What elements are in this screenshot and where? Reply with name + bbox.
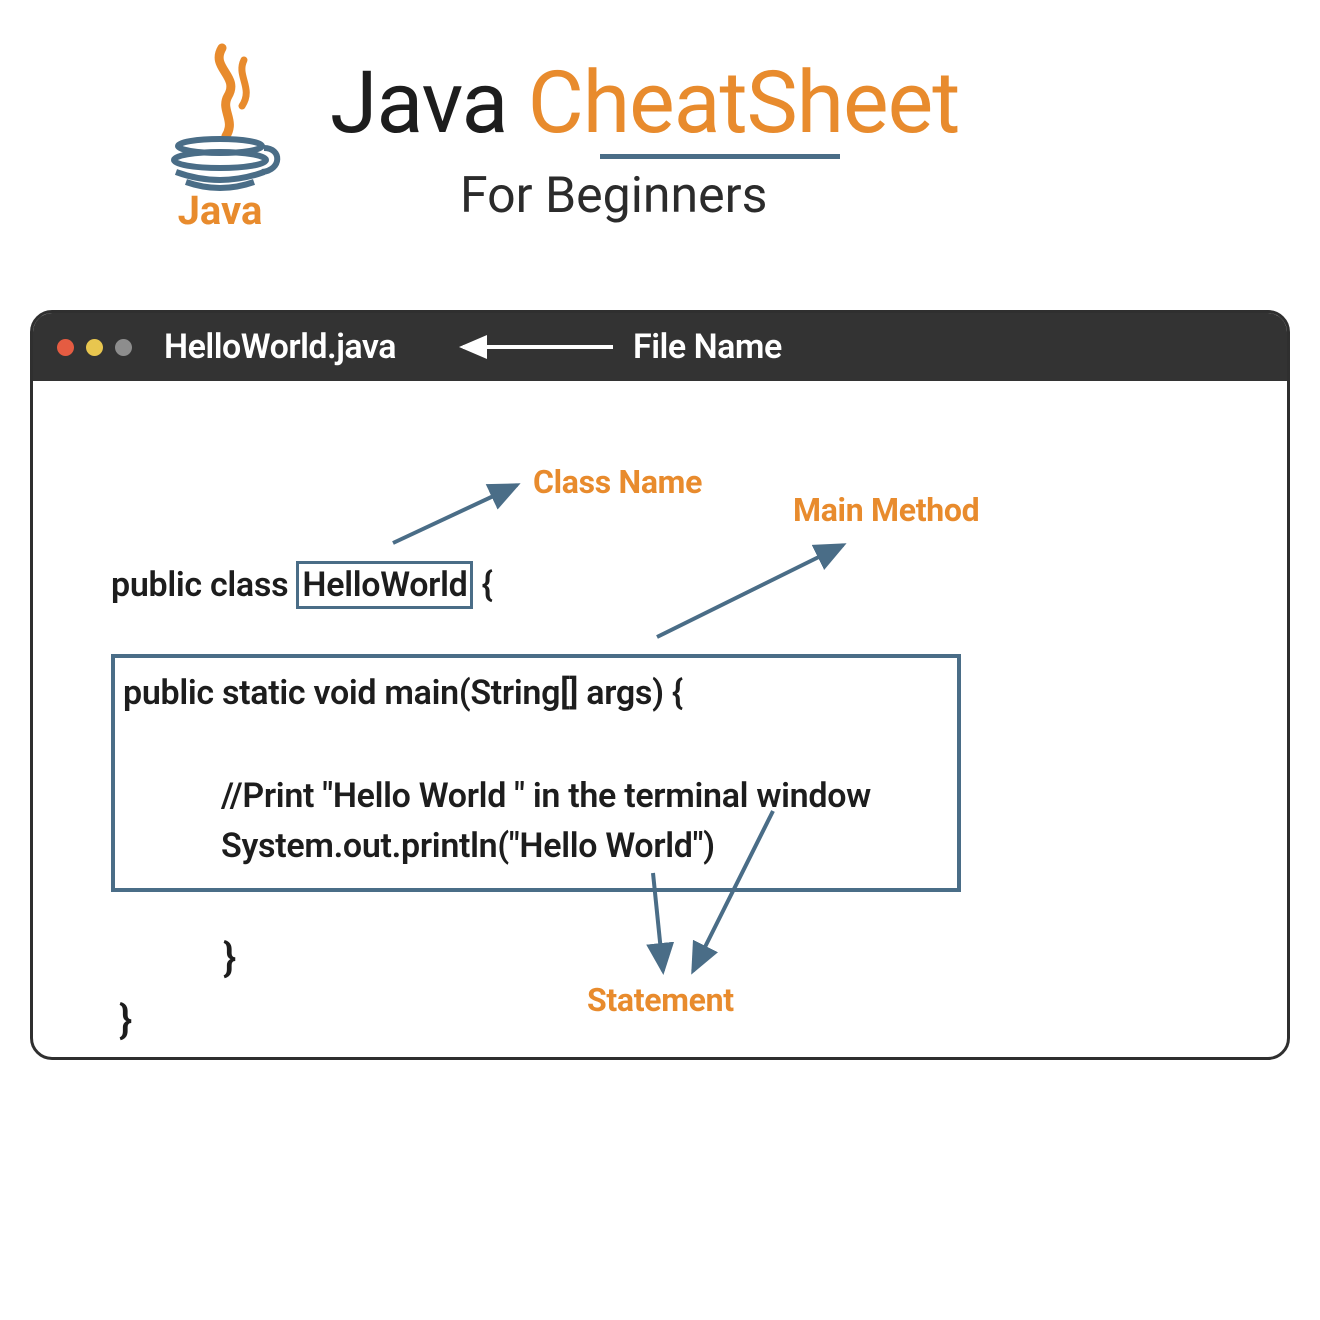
code-println: System.out.println("Hello World")	[221, 826, 715, 866]
minimize-icon[interactable]	[86, 339, 103, 356]
header: Java Java CheatSheet For Beginners	[0, 40, 1320, 230]
subtitle: For Beginners	[330, 167, 1190, 225]
annotation-statement: Statement	[587, 981, 734, 1019]
code-class-decl: public class	[111, 565, 288, 605]
code-line-class: public class HelloWorld {	[111, 561, 493, 609]
title-block: Java CheatSheet For Beginners	[330, 40, 1190, 225]
file-label: File Name	[633, 327, 782, 367]
title-part1: Java	[330, 52, 528, 153]
class-name-box: HelloWorld	[296, 561, 473, 609]
code-window: HelloWorld.java File Name Class Name Mai…	[30, 310, 1290, 1060]
traffic-lights	[57, 339, 132, 356]
file-name: HelloWorld.java	[164, 327, 396, 367]
java-logo-icon: Java	[150, 40, 290, 230]
code-close-inner: }	[223, 934, 236, 981]
code-close-outer: }	[119, 996, 132, 1043]
code-comment: //Print "Hello World " in the terminal w…	[221, 776, 871, 816]
code-classname: HelloWorld	[302, 565, 467, 605]
page-title: Java CheatSheet	[330, 58, 1190, 148]
title-part2: CheatSheet	[528, 52, 960, 153]
annotation-main-method: Main Method	[793, 491, 979, 529]
window-titlebar: HelloWorld.java File Name	[33, 313, 1287, 381]
code-area: Class Name Main Method public class Hell…	[33, 381, 1287, 1057]
code-brace-open: {	[473, 565, 492, 605]
close-icon[interactable]	[57, 339, 74, 356]
code-main-signature: public static void main(String[] args) {	[123, 673, 683, 713]
maximize-icon[interactable]	[115, 339, 132, 356]
title-underline	[600, 154, 840, 159]
svg-text:Java: Java	[178, 187, 263, 230]
annotation-class-name: Class Name	[533, 463, 702, 501]
